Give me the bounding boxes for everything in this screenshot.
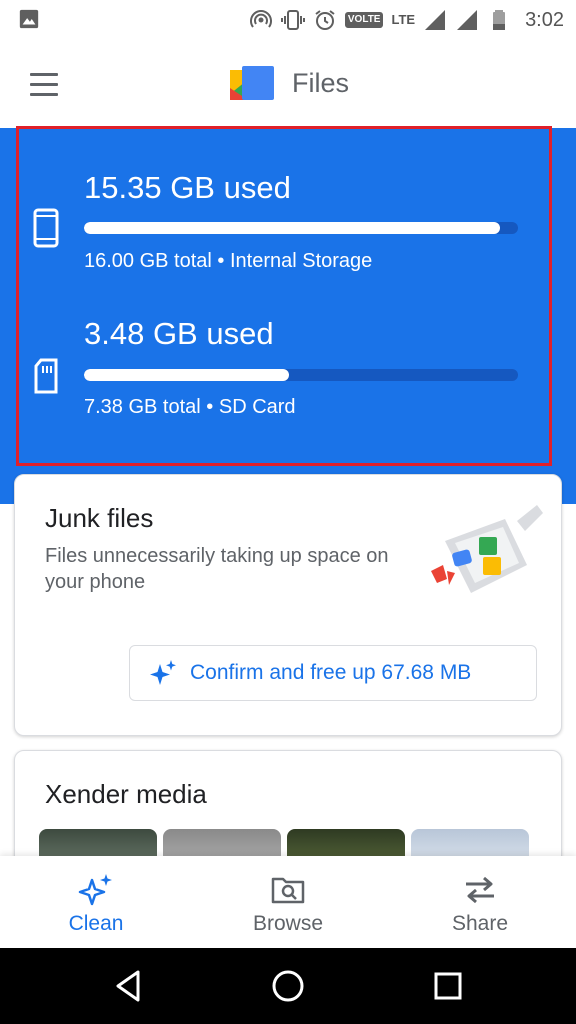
confirm-free-up-button[interactable]: Confirm and free up 67.68 MB: [129, 645, 537, 701]
nav-label-browse: Browse: [252, 912, 324, 935]
sparkle-icon: [78, 874, 112, 906]
nav-item-share[interactable]: Share: [384, 856, 576, 948]
nav-label-share: Share: [451, 912, 509, 935]
hotspot-icon: [249, 10, 272, 28]
battery-icon: [493, 10, 506, 30]
status-bar: VOLTE LTE 3:02: [0, 0, 576, 40]
vibrate-icon: [280, 10, 305, 30]
junk-files-title: Junk files: [45, 503, 154, 533]
hamburger-menu-icon[interactable]: [22, 66, 66, 102]
app-title: Files: [292, 68, 350, 98]
bottom-navigation: Clean Browse Share: [0, 856, 576, 948]
junk-files-description: Files unnecessarily taking up space on y…: [45, 545, 389, 593]
image-icon: [19, 9, 39, 29]
folder-search-icon: [271, 877, 305, 904]
signal-icon: [457, 10, 478, 30]
nav-item-clean[interactable]: Clean: [0, 856, 192, 948]
app-bar: Files: [0, 40, 576, 128]
signal-icon: [425, 10, 446, 30]
back-icon[interactable]: [110, 968, 146, 1004]
dustpan-illustration-icon: [431, 505, 543, 593]
xender-media-title: Xender media: [45, 779, 207, 809]
junk-files-card[interactable]: Junk files Files unnecessarily taking up…: [14, 474, 562, 736]
alarm-icon: [315, 10, 335, 30]
lte-icon: LTE: [391, 12, 416, 27]
volte-icon: VOLTE: [344, 12, 384, 28]
storage-highlight-box: [16, 126, 552, 466]
system-navigation-bar: [0, 948, 576, 1024]
confirm-free-up-label: Confirm and free up 67.68 MB: [190, 661, 472, 684]
sparkle-icon: [150, 660, 176, 685]
nav-label-clean: Clean: [68, 912, 124, 935]
files-logo-icon: [230, 66, 274, 100]
home-icon[interactable]: [270, 968, 306, 1004]
swap-arrows-icon: [466, 876, 494, 904]
clock: 3:02: [525, 8, 564, 31]
nav-item-browse[interactable]: Browse: [192, 856, 384, 948]
recents-icon[interactable]: [430, 968, 466, 1004]
